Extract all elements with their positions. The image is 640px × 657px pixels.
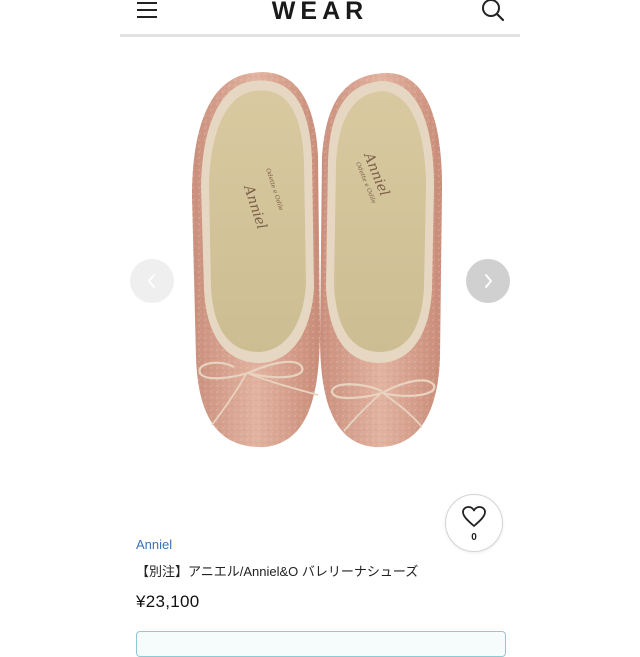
right-shoe: Anniel Odette e Odile (320, 72, 442, 448)
gallery-next-button[interactable] (466, 259, 510, 303)
product-photo: Anniel Odette e Odile Anniel Odette e Od… (120, 37, 520, 519)
left-shoe: Anniel Odette e Odile (192, 72, 320, 448)
chevron-left-icon (148, 274, 155, 288)
product-price: ¥23,100 (136, 592, 200, 611)
product-image-gallery[interactable]: Anniel Odette e Odile Anniel Odette e Od… (120, 37, 520, 519)
heart-icon (462, 506, 486, 527)
purchase-button[interactable] (136, 631, 506, 657)
wear-logo[interactable]: WEAR (120, 0, 520, 26)
search-icon (482, 0, 505, 22)
search-button[interactable] (478, 0, 508, 24)
like-count: 0 (471, 532, 477, 543)
like-button[interactable]: 0 (445, 494, 503, 552)
app-frame: WEAR Anniel Odette e Odile Anniel Odette… (120, 0, 520, 657)
gallery-prev-button[interactable] (130, 259, 174, 303)
product-title: 【別注】アニエル/Anniel&O バレリーナシューズ (136, 564, 419, 579)
brand-link[interactable]: Anniel (136, 537, 172, 552)
header: WEAR (120, 0, 520, 34)
chevron-right-icon (485, 274, 492, 288)
